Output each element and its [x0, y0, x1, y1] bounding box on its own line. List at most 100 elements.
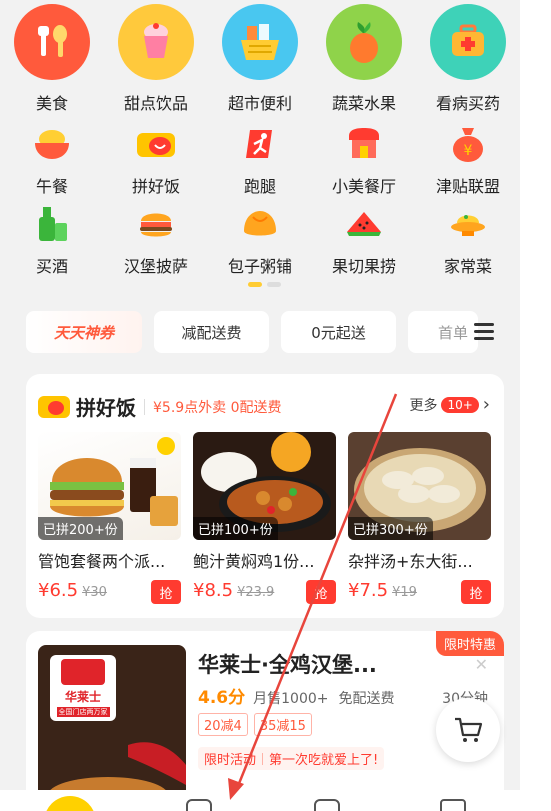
- category-tiandian[interactable]: 甜点饮品: [104, 4, 208, 114]
- product-card[interactable]: 已拼300+份 杂拌汤+东大街... ¥7.5 ¥19 抢: [348, 432, 491, 604]
- product-card[interactable]: 已拼100+份 鲍汁黄焖鸡1份... ¥8.5 ¥23.9 抢: [193, 432, 336, 604]
- product-price-row: ¥6.5 ¥30 抢: [38, 580, 181, 604]
- product-price-row: ¥8.5 ¥23.9 抢: [193, 580, 336, 604]
- more-label: 更多: [409, 397, 438, 414]
- home-tab-icon[interactable]: [44, 796, 96, 811]
- category-label: 包子粥铺: [227, 257, 292, 276]
- category-baozi[interactable]: 包子粥铺: [208, 204, 312, 277]
- category-pinhaofan[interactable]: 拼好饭: [104, 124, 208, 197]
- filter-shoudan[interactable]: 首单: [408, 311, 478, 353]
- category-label: 果切果捞: [331, 257, 396, 276]
- category-row-3: 买酒 汉堡披萨 包子粥铺 果切果捞 家常菜: [0, 204, 520, 277]
- category-jiachang[interactable]: 家常菜: [416, 204, 520, 277]
- close-icon[interactable]: ✕: [475, 655, 488, 674]
- product-card[interactable]: 已拼200+份 管饱套餐两个派... ¥6.5 ¥30 抢: [38, 432, 181, 604]
- restaurant-meta: 4.6分 月售1000+ 免配送费 30分钟: [198, 683, 488, 708]
- burger-icon: [136, 204, 176, 244]
- grab-button[interactable]: 抢: [151, 580, 181, 604]
- category-label: 跑腿: [243, 177, 276, 196]
- logo-slogan: 全国门店两万家: [56, 707, 110, 717]
- product-sold-tag: 已拼200+份: [38, 517, 123, 540]
- right-margin: [520, 0, 551, 811]
- product-name: 管饱套餐两个派...: [38, 552, 166, 571]
- pinhaofan-icon: [136, 124, 176, 164]
- category-row-1: 美食 甜点饮品 超市便利 蔬菜水果 看病买药: [0, 4, 520, 114]
- rice-bowl-icon: [32, 124, 72, 164]
- divider: [144, 398, 145, 415]
- filter-bar: 天天神券 减配送费 0元起送 首单: [26, 311, 520, 353]
- category-meishi[interactable]: 美食: [0, 4, 104, 114]
- brand-mark-icon: [61, 659, 105, 685]
- category-label: 超市便利: [227, 94, 292, 113]
- category-label: 津贴联盟: [435, 177, 500, 196]
- filter-0yuan-qisong[interactable]: 0元起送: [281, 311, 396, 353]
- product-sold-tag: 已拼300+份: [348, 517, 433, 540]
- bottom-navigation: [0, 790, 520, 811]
- page-dot: [267, 282, 281, 287]
- category-jintie[interactable]: ¥ 津贴联盟: [416, 124, 520, 197]
- category-chaoshi[interactable]: 超市便利: [208, 4, 312, 114]
- medicine-box-icon: [430, 4, 506, 80]
- category-paotui[interactable]: 跑腿: [208, 124, 312, 197]
- money-bag-icon: ¥: [448, 124, 488, 164]
- cart-icon: [455, 717, 483, 742]
- fruit-icon: [326, 4, 402, 80]
- product-image-burger: 已拼200+份: [38, 432, 181, 540]
- fork-spoon-icon: [14, 4, 90, 80]
- pinhaofan-title: 拼好饭: [76, 396, 136, 420]
- restaurant-card[interactable]: 限时特惠 华莱士 全国门店两万家 华莱士·全鸡汉堡... ✕ 4.6分 月售10…: [26, 631, 504, 811]
- category-label: 小美餐厅: [331, 177, 396, 196]
- nav-tab-icon[interactable]: [314, 799, 340, 811]
- category-maijiu[interactable]: 买酒: [0, 204, 104, 277]
- svg-text:¥: ¥: [464, 143, 473, 159]
- delivery-fee: 免配送费: [338, 691, 395, 707]
- promo-strip: 限时活动 第一次吃就爱上了!: [198, 747, 385, 770]
- category-kanbing[interactable]: 看病买药: [416, 4, 520, 114]
- category-guoqie[interactable]: 果切果捞: [312, 204, 416, 277]
- category-hanbao[interactable]: 汉堡披萨: [104, 204, 208, 277]
- grid-tab-icon[interactable]: [440, 799, 466, 811]
- category-xiaomei[interactable]: 小美餐厅: [312, 124, 416, 197]
- product-name: 鲍汁黄焖鸡1份...: [193, 552, 315, 571]
- product-price: ¥8.5: [193, 580, 234, 601]
- category-row-2: 午餐 拼好饭 跑腿 小美餐厅 ¥ 津贴联盟: [0, 124, 520, 197]
- category-label: 午餐: [35, 177, 68, 196]
- grab-button[interactable]: 抢: [306, 580, 336, 604]
- category-label: 拼好饭: [131, 177, 180, 196]
- grab-button[interactable]: 抢: [461, 580, 491, 604]
- pinhaofan-header: 拼好饭 ¥5.9点外卖 0配送费: [38, 392, 282, 421]
- chevron-right-icon: ›: [482, 394, 490, 415]
- category-wucan[interactable]: 午餐: [0, 124, 104, 197]
- basket-icon: [222, 4, 298, 80]
- product-sold-tag: 已拼100+份: [193, 517, 278, 540]
- discount-tag: 20减4: [198, 713, 248, 736]
- filter-menu-icon[interactable]: [474, 318, 500, 344]
- discount-tags: 20减4 35减15: [198, 713, 312, 736]
- bun-icon: [240, 204, 280, 244]
- more-count-badge: 10+: [441, 396, 479, 413]
- cart-button[interactable]: [436, 698, 500, 762]
- divider: [262, 752, 264, 765]
- discount-tag: 35减15: [253, 713, 312, 736]
- product-original-price: ¥30: [82, 585, 107, 600]
- runner-icon: [240, 124, 280, 164]
- page-dot-active: [248, 282, 262, 287]
- filter-jianpeisong[interactable]: 减配送费: [154, 311, 269, 353]
- category-shucai[interactable]: 蔬菜水果: [312, 4, 416, 114]
- category-label: 汉堡披萨: [123, 257, 188, 276]
- page-indicator: [248, 282, 281, 287]
- product-price: ¥6.5: [38, 580, 79, 601]
- product-image-dumplings: 已拼300+份: [348, 432, 491, 540]
- restaurant-logo: 华莱士 全国门店两万家: [50, 655, 116, 721]
- category-label: 家常菜: [443, 257, 492, 276]
- filter-tiantian-shenquan[interactable]: 天天神券: [26, 311, 142, 353]
- dessert-cup-icon: [118, 4, 194, 80]
- pinhaofan-more-link[interactable]: 更多 10+ ›: [409, 394, 490, 415]
- bottle-icon: [32, 204, 72, 244]
- watermelon-icon: [344, 204, 384, 244]
- nav-tab-icon[interactable]: [186, 799, 212, 811]
- product-original-price: ¥23.9: [237, 585, 275, 600]
- category-label: 甜点饮品: [123, 94, 188, 113]
- dish-icon: [448, 204, 488, 244]
- category-label: 蔬菜水果: [331, 94, 396, 113]
